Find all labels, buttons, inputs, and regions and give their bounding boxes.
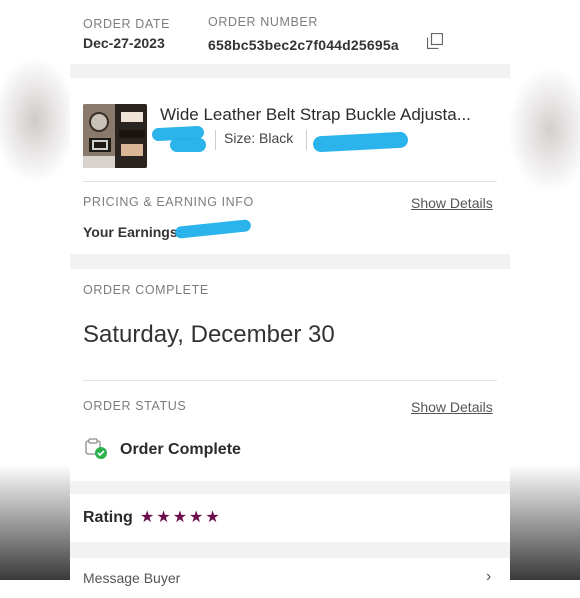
background-left-blur [0,0,70,580]
rating-stars: ★ ★ ★ ★ ★ [140,507,222,527]
order-complete-date: Saturday, December 30 [83,321,335,348]
rating-card: Rating ★ ★ ★ ★ ★ [70,494,510,542]
order-complete-label: ORDER COMPLETE [83,283,209,297]
star-icon: ★ [156,509,171,526]
message-buyer-row[interactable]: Message Buyer › [70,558,510,598]
redaction-mark [170,138,206,152]
order-status-card: ORDER COMPLETE Saturday, December 30 ORD… [70,269,510,481]
message-buyer-label: Message Buyer [83,570,181,586]
item-title[interactable]: Wide Leather Belt Strap Buckle Adjusta..… [160,105,471,125]
status-show-details-link[interactable]: Show Details [411,399,493,415]
order-status-value: Order Complete [120,441,241,458]
earnings-label: Your Earnings: [83,224,183,240]
chevron-right-icon: › [486,568,492,585]
order-number-label: ORDER NUMBER [208,15,318,29]
meta-divider-2 [306,130,307,150]
rating-label: Rating [83,509,133,526]
copy-icon[interactable] [426,32,444,50]
pricing-show-details-link[interactable]: Show Details [411,195,493,211]
order-header-card: ORDER DATE Dec-27-2023 ORDER NUMBER 658b… [70,0,510,64]
star-icon: ★ [172,509,188,526]
divider [83,181,497,182]
divider [83,380,497,381]
order-details-panel: ORDER DATE Dec-27-2023 ORDER NUMBER 658b… [70,0,510,598]
item-thumbnail[interactable] [83,104,147,168]
redaction-mark [174,219,252,239]
order-complete-check-icon [85,438,109,460]
order-date-value: Dec-27-2023 [83,35,165,51]
item-pricing-card: Wide Leather Belt Strap Buckle Adjusta..… [70,78,510,254]
redaction-mark [312,131,409,153]
order-date-label: ORDER DATE [83,17,171,31]
star-icon: ★ [205,509,220,526]
pricing-label: PRICING & EARNING INFO [83,195,254,209]
meta-divider-1 [215,130,216,150]
background-right-blur [510,0,580,580]
order-status-label: ORDER STATUS [83,399,187,413]
star-icon: ★ [140,509,155,526]
order-number-value: 658bc53bec2c7f044d25695a [208,37,399,53]
star-icon: ★ [189,509,204,526]
item-size: Size: Black [224,130,294,146]
